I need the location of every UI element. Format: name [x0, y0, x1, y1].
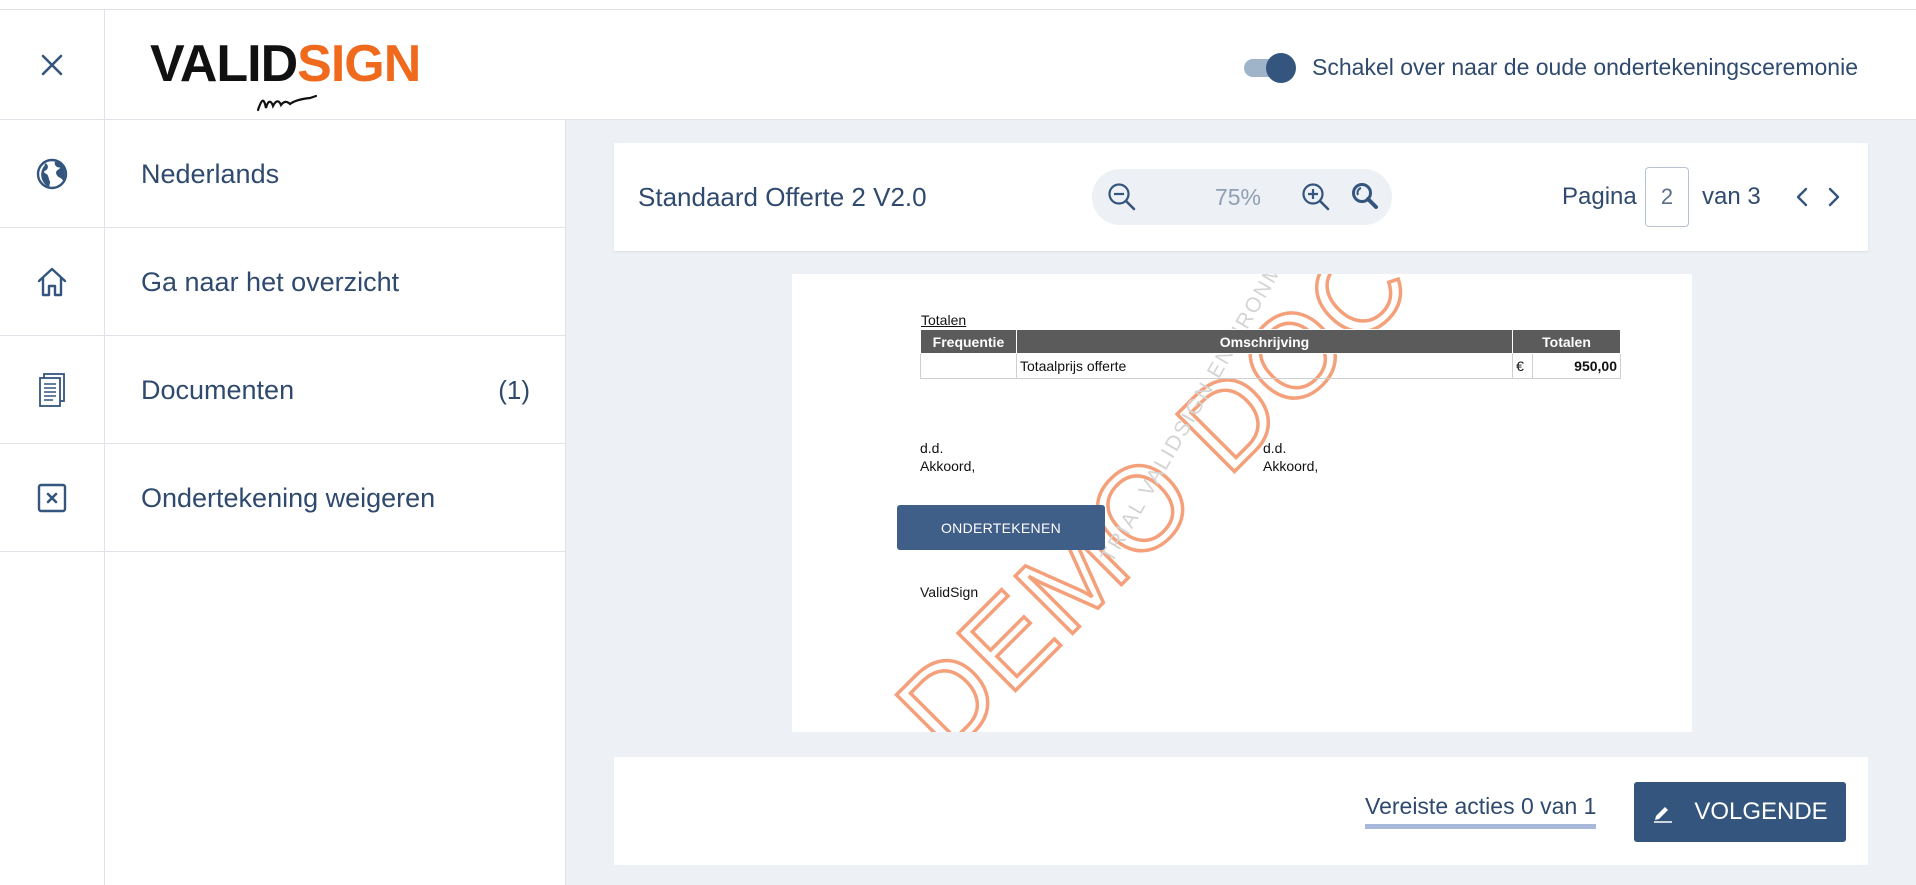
globe-icon — [0, 120, 104, 228]
column-header-totals: Totalen — [1512, 329, 1621, 354]
chevron-left-icon — [1796, 187, 1808, 207]
decline-icon — [0, 444, 104, 552]
toggle-label: Schakel over naar de oude ondertekenings… — [1312, 53, 1858, 80]
zoom-fit-button[interactable] — [1346, 179, 1382, 215]
page-label: Pagina — [1562, 183, 1637, 210]
sidebar-item-language[interactable]: Nederlands — [0, 120, 566, 228]
sidebar-item-label: Ga naar het overzicht — [141, 267, 400, 297]
sign-here-button[interactable]: ONDERTEKENEN — [897, 505, 1105, 550]
viewer-toolbar: Standaard Offerte 2 V2.0 75% Pagina 2 va… — [614, 143, 1868, 251]
old-ceremony-toggle[interactable]: Schakel over naar de oude ondertekenings… — [1242, 50, 1858, 84]
column-header-description: Omschrijving — [1015, 329, 1514, 354]
next-button[interactable]: VOLGENDE — [1634, 782, 1846, 842]
documents-icon — [0, 336, 104, 444]
logo-signature-squiggle — [256, 94, 318, 112]
table-row: Totaalprijs offerte € 950,00 — [920, 353, 1621, 379]
required-actions-link[interactable]: Vereiste acties 0 van 1 — [1365, 793, 1597, 829]
right-signature-date: d.d. — [1263, 440, 1287, 456]
next-button-label: VOLGENDE — [1694, 798, 1828, 825]
sidebar-item-documents[interactable]: Documenten (1) — [0, 336, 566, 444]
right-signature-agreed: Akkoord, — [1263, 458, 1319, 474]
left-signature-date: d.d. — [920, 440, 944, 456]
top-border — [0, 0, 1916, 10]
zoom-out-icon — [1108, 183, 1136, 211]
pencil-icon — [1654, 807, 1673, 823]
document-viewer: Standaard Offerte 2 V2.0 75% Pagina 2 va… — [566, 120, 1916, 885]
cell-frequency — [920, 353, 1017, 379]
chevron-right-icon — [1828, 187, 1840, 207]
cell-currency: € — [1512, 353, 1534, 379]
logo-text-sign: SIGN — [297, 35, 421, 93]
header: VALIDSIGN Schakel over naar de oude onde… — [0, 10, 1916, 120]
zoom-out-button[interactable] — [1104, 179, 1140, 215]
page-number-input[interactable]: 2 — [1645, 167, 1689, 227]
column-header-frequency: Frequentie — [920, 329, 1017, 354]
sidebar: Nederlands Ga naar het overzicht Documen… — [0, 120, 566, 885]
totals-heading: Totalen — [921, 312, 967, 328]
sidebar-item-label: Documenten — [141, 375, 295, 405]
documents-count-badge: (1) — [498, 375, 530, 405]
document-page: DEMO DOCUMENT TRIAL VALIDSIGN ENVIRONMEN… — [792, 274, 1692, 732]
left-signature-agreed: Akkoord, — [920, 458, 976, 474]
company-name: ValidSign — [920, 584, 979, 600]
next-page-button[interactable] — [1820, 183, 1848, 211]
sidebar-item-overview[interactable]: Ga naar het overzicht — [0, 228, 566, 336]
zoom-in-icon — [1302, 183, 1330, 211]
zoom-in-button[interactable] — [1298, 179, 1334, 215]
home-icon — [0, 228, 104, 336]
validsign-logo: VALIDSIGN — [150, 28, 430, 118]
toggle-switch[interactable] — [1242, 50, 1298, 84]
close-button[interactable] — [0, 10, 105, 120]
toggle-knob — [1266, 53, 1297, 83]
cell-amount: 950,00 — [1532, 353, 1621, 379]
page-total: van 3 — [1702, 183, 1761, 210]
previous-page-button[interactable] — [1788, 183, 1816, 211]
close-icon — [41, 54, 63, 76]
logo-text-valid: VALID — [150, 35, 298, 93]
cell-description: Totaalprijs offerte — [1015, 353, 1514, 379]
sidebar-item-label: Ondertekening weigeren — [141, 483, 436, 513]
zoom-level: 75% — [1214, 184, 1262, 210]
action-footer: Vereiste acties 0 van 1 VOLGENDE — [614, 757, 1868, 865]
zoom-controls: 75% — [1092, 169, 1392, 225]
sidebar-item-decline[interactable]: Ondertekening weigeren — [0, 444, 566, 552]
table-header-row: Frequentie Omschrijving Totalen — [920, 329, 1621, 354]
totals-table: Frequentie Omschrijving Totalen Totaalpr… — [920, 329, 1621, 379]
document-title: Standaard Offerte 2 V2.0 — [638, 182, 927, 212]
sidebar-item-label: Nederlands — [141, 159, 280, 189]
zoom-fit-icon — [1352, 183, 1378, 209]
